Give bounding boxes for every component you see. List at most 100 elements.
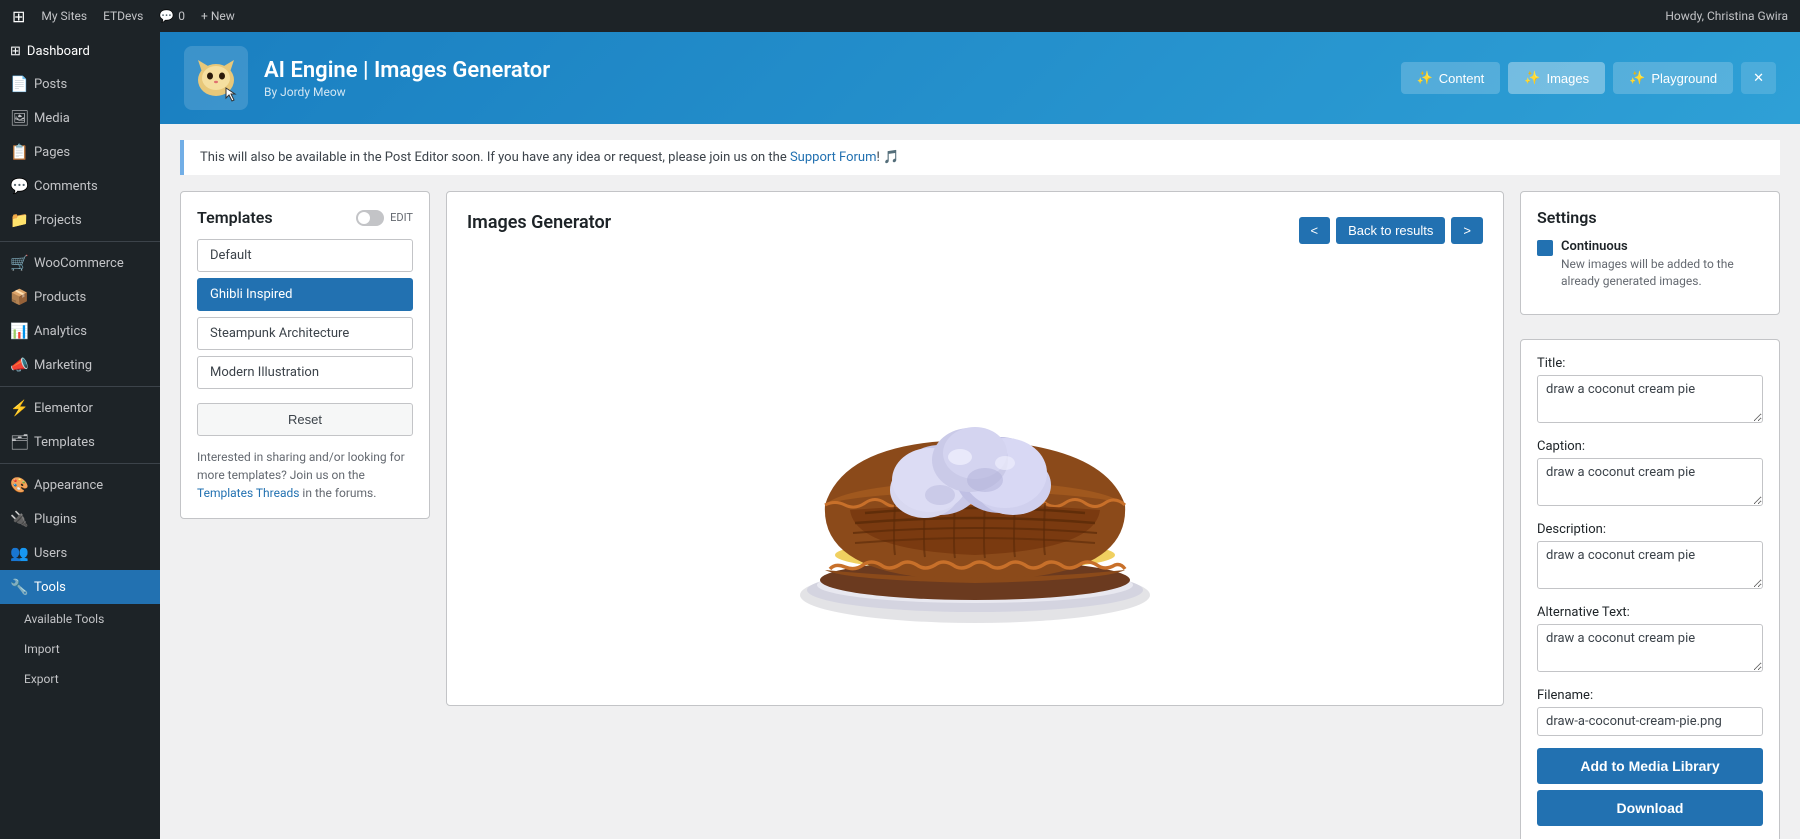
admin-bar-comments[interactable]: 💬 0 — [159, 9, 185, 23]
products-icon: 📦 — [10, 288, 26, 306]
support-forum-link[interactable]: Support Forum — [790, 150, 877, 165]
sidebar-item-appearance[interactable]: 🎨 Appearance — [0, 468, 160, 502]
filename-field-label: Filename: — [1537, 688, 1763, 703]
admin-bar-new[interactable]: + New — [201, 9, 235, 23]
back-to-results-button[interactable]: Back to results — [1336, 217, 1445, 244]
elementor-icon: ⚡ — [10, 399, 26, 417]
templates-panel-title: Templates — [197, 208, 273, 227]
sidebar-dashboard[interactable]: ⊞ Dashboard — [0, 36, 160, 67]
templates-icon: 🗂 — [10, 433, 26, 451]
sidebar-subitem-export[interactable]: Export — [0, 664, 160, 694]
tools-icon: 🔧 — [10, 578, 26, 596]
projects-icon: 📁 — [10, 211, 26, 229]
templates-header: Templates EDIT — [197, 208, 413, 227]
plugin-title: AI Engine | Images Generator — [264, 58, 1385, 83]
template-item-steampunk[interactable]: Steampunk Architecture — [197, 317, 413, 350]
notice-bar: This will also be available in the Post … — [180, 140, 1780, 175]
fields-panel: Title: draw a coconut cream pie Caption:… — [1520, 339, 1780, 839]
caption-field-input[interactable]: draw a coconut cream pie — [1537, 458, 1763, 506]
caption-field-group: Caption: draw a coconut cream pie — [1537, 439, 1763, 510]
plugin-nav: ✨ Content ✨ Images ✨ Playground ✕ — [1401, 62, 1776, 94]
add-to-media-library-button[interactable]: Add to Media Library — [1537, 748, 1763, 784]
comment-icon: 💬 — [159, 9, 174, 23]
sidebar-item-plugins[interactable]: 🔌 Plugins — [0, 502, 160, 536]
plugin-title-area: AI Engine | Images Generator By Jordy Me… — [264, 58, 1385, 99]
description-field-input[interactable]: draw a coconut cream pie — [1537, 541, 1763, 589]
nav-back-button[interactable]: < — [1299, 217, 1331, 244]
continuous-setting-row: Continuous New images will be added to t… — [1537, 239, 1763, 290]
continuous-desc: New images will be added to the already … — [1561, 256, 1763, 290]
settings-box: Settings Continuous New images will be a… — [1520, 191, 1780, 315]
sidebar-item-pages[interactable]: 📋 Pages — [0, 135, 160, 169]
sidebar-item-templates[interactable]: 🗂 Templates — [0, 425, 160, 459]
main-layout: ⊞ Dashboard 📄 Posts 🖼 Media 📋 Pages 💬 Co… — [0, 32, 1800, 839]
admin-bar-mysites[interactable]: My Sites — [41, 9, 87, 23]
appearance-icon: 🎨 — [10, 476, 26, 494]
plugin-header: AI Engine | Images Generator By Jordy Me… — [160, 32, 1800, 124]
template-item-modern[interactable]: Modern Illustration — [197, 356, 413, 389]
admin-bar-user: Howdy, Christina Gwira — [1665, 9, 1788, 23]
generator-panel-title: Images Generator — [467, 212, 611, 233]
wp-logo-icon[interactable]: ⊞ — [12, 7, 25, 26]
filename-field-input[interactable] — [1537, 707, 1763, 736]
content-area: AI Engine | Images Generator By Jordy Me… — [160, 32, 1800, 839]
sidebar-item-tools[interactable]: 🔧 Tools — [0, 570, 160, 604]
template-item-default[interactable]: Default — [197, 239, 413, 272]
sidebar-item-projects[interactable]: 📁 Projects — [0, 203, 160, 237]
alt-text-field-group: Alternative Text: draw a coconut cream p… — [1537, 605, 1763, 676]
sidebar-subitem-available-tools[interactable]: Available Tools — [0, 604, 160, 634]
reset-button[interactable]: Reset — [197, 403, 413, 436]
analytics-icon: 📊 — [10, 322, 26, 340]
filename-field-group: Filename: — [1537, 688, 1763, 736]
content-star-icon: ✨ — [1417, 70, 1433, 86]
sidebar-item-users[interactable]: 👥 Users — [0, 536, 160, 570]
dashboard-icon: ⊞ — [10, 44, 21, 59]
description-field-group: Description: draw a coconut cream pie — [1537, 522, 1763, 593]
title-field-input[interactable]: draw a coconut cream pie — [1537, 375, 1763, 423]
alt-text-field-input[interactable]: draw a coconut cream pie — [1537, 624, 1763, 672]
plugin-subtitle: By Jordy Meow — [264, 85, 1385, 99]
template-item-ghibli[interactable]: Ghibli Inspired — [197, 278, 413, 311]
playground-star-icon: ✨ — [1629, 70, 1645, 86]
sidebar-item-woocommerce[interactable]: 🛒 WooCommerce — [0, 246, 160, 280]
admin-bar: ⊞ My Sites ETDevs 💬 0 + New Howdy, Chris… — [0, 0, 1800, 32]
comments-icon: 💬 — [10, 177, 26, 195]
caption-field-label: Caption: — [1537, 439, 1763, 454]
plugin-logo — [184, 46, 248, 110]
sidebar-item-elementor[interactable]: ⚡ Elementor — [0, 391, 160, 425]
generator-nav: < Back to results > — [1299, 217, 1483, 244]
continuous-checkbox[interactable] — [1537, 240, 1553, 256]
nav-forward-button[interactable]: > — [1451, 217, 1483, 244]
close-icon: ✕ — [1753, 70, 1764, 86]
generator-panel: Images Generator < Back to results > — [446, 191, 1504, 706]
plugins-icon: 🔌 — [10, 510, 26, 528]
image-display — [467, 265, 1483, 685]
admin-bar-site[interactable]: ETDevs — [103, 9, 143, 23]
download-button[interactable]: Download — [1537, 790, 1763, 826]
toggle-edit-area: EDIT — [356, 210, 413, 226]
templates-threads-link[interactable]: Templates Threads — [197, 486, 299, 500]
media-icon: 🖼 — [10, 109, 26, 127]
templates-footer: Interested in sharing and/or looking for… — [197, 448, 413, 502]
edit-toggle[interactable] — [356, 210, 384, 226]
sidebar-subitem-import[interactable]: Import — [0, 634, 160, 664]
sidebar-item-analytics[interactable]: 📊 Analytics — [0, 314, 160, 348]
sidebar-item-marketing[interactable]: 📣 Marketing — [0, 348, 160, 382]
settings-title: Settings — [1537, 208, 1763, 227]
sidebar-item-comments[interactable]: 💬 Comments — [0, 169, 160, 203]
nav-images-button[interactable]: ✨ Images — [1508, 62, 1605, 94]
title-field-label: Title: — [1537, 356, 1763, 371]
users-icon: 👥 — [10, 544, 26, 562]
generated-image — [765, 285, 1185, 665]
pages-icon: 📋 — [10, 143, 26, 161]
nav-content-button[interactable]: ✨ Content — [1401, 62, 1501, 94]
title-field-group: Title: draw a coconut cream pie — [1537, 356, 1763, 427]
sidebar-item-products[interactable]: 📦 Products — [0, 280, 160, 314]
nav-close-button[interactable]: ✕ — [1741, 62, 1776, 94]
templates-panel: Templates EDIT Default Ghibli Inspired S… — [180, 191, 430, 519]
continuous-label: Continuous — [1561, 239, 1763, 254]
nav-playground-button[interactable]: ✨ Playground — [1613, 62, 1733, 94]
posts-icon: 📄 — [10, 75, 26, 93]
sidebar-item-media[interactable]: 🖼 Media — [0, 101, 160, 135]
sidebar-item-posts[interactable]: 📄 Posts — [0, 67, 160, 101]
